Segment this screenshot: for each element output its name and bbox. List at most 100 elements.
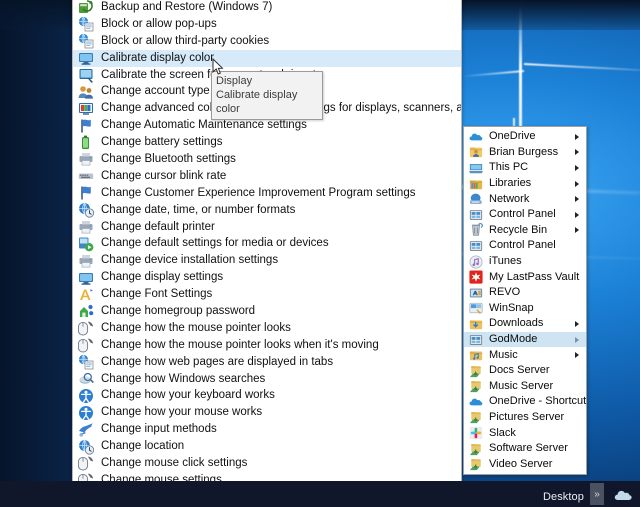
context-menu-item[interactable]: Control Panel (464, 238, 586, 254)
context-menu-item[interactable]: My LastPass Vault (464, 269, 586, 285)
indexing-options-icon (78, 371, 94, 387)
list-item[interactable]: Change input methods (73, 421, 461, 438)
devices-printers-icon (78, 253, 94, 269)
desktop-context-menu[interactable]: OneDrive Brian Burgess This PC Libraries Net… (463, 126, 587, 476)
network-shortcut-icon (469, 364, 483, 378)
context-menu-item-label: OneDrive (489, 130, 536, 143)
list-item[interactable]: Block or allow third-party cookies (73, 33, 461, 50)
list-item-label: Change default printer (101, 220, 215, 233)
context-menu-item[interactable]: Music (464, 347, 586, 363)
downloads-folder-icon (469, 317, 483, 331)
context-menu-item[interactable]: Downloads (464, 316, 586, 332)
lastpass-icon (469, 270, 483, 284)
list-item[interactable]: Change how your keyboard works (73, 387, 461, 404)
context-menu-item-label: Brian Burgess (489, 145, 559, 158)
list-item-label: Change device installation settings (101, 254, 279, 267)
list-item[interactable]: Change Bluetooth settings (73, 151, 461, 168)
context-menu-item[interactable]: Pictures Server (464, 410, 586, 426)
context-menu-item[interactable]: REVO (464, 285, 586, 301)
context-menu-item[interactable]: OneDrive (464, 129, 586, 145)
context-menu-item[interactable]: Slack (464, 425, 586, 441)
list-item-label: Change battery settings (101, 136, 223, 149)
list-item-label: Backup and Restore (Windows 7) (101, 0, 273, 13)
list-item[interactable]: Change device installation settings (73, 252, 461, 269)
context-menu-item[interactable]: Control Panel (464, 207, 586, 223)
double-chevron-right-icon[interactable]: » (590, 483, 604, 505)
list-item[interactable]: Change how the mouse pointer looks when … (73, 337, 461, 354)
context-menu-item[interactable]: WinSnap (464, 301, 586, 317)
list-item-label: Change how your keyboard works (101, 389, 275, 402)
context-menu-item-label: This PC (489, 161, 529, 174)
list-item[interactable]: Change cursor blink rate (73, 168, 461, 185)
context-menu-item[interactable]: Software Server (464, 441, 586, 457)
submenu-arrow-icon (575, 352, 579, 359)
tooltip-description: Calibrate display color (216, 89, 298, 115)
list-item[interactable]: Change mouse click settings (73, 455, 461, 472)
list-item[interactable]: Block or allow pop-ups (73, 16, 461, 33)
list-item[interactable]: Change how your mouse works (73, 404, 461, 421)
taskbar[interactable]: Desktop » (0, 481, 640, 507)
region-globe-icon (78, 202, 94, 218)
onedrive-cloud-icon (469, 395, 483, 409)
list-item[interactable]: Change default settings for media or dev… (73, 235, 461, 252)
context-menu-item[interactable]: Recycle Bin (464, 223, 586, 239)
list-item-label: Change default settings for media or dev… (101, 237, 329, 250)
context-menu-item[interactable]: Docs Server (464, 363, 586, 379)
libraries-icon (469, 177, 483, 191)
list-item[interactable]: Change how web pages are displayed in ta… (73, 354, 461, 371)
music-folder-icon (469, 348, 483, 362)
taskbar-desktop-label[interactable]: Desktop (543, 491, 584, 503)
network-shortcut-icon (469, 410, 483, 424)
submenu-arrow-icon (575, 227, 579, 234)
list-item-label: Change how web pages are displayed in ta… (101, 355, 334, 368)
context-menu-item-label: Downloads (489, 317, 544, 330)
context-menu-item[interactable]: Libraries (464, 176, 586, 192)
context-menu-item[interactable]: Brian Burgess (464, 145, 586, 161)
backup-restore-icon (78, 0, 94, 15)
list-item-label: Change mouse click settings (101, 456, 248, 469)
list-item[interactable]: Change default printer (73, 219, 461, 236)
submenu-arrow-icon (575, 180, 579, 187)
list-item[interactable]: Backup and Restore (Windows 7) (73, 0, 461, 16)
power-options-icon (78, 135, 94, 151)
list-item[interactable]: Calibrate display color (73, 49, 461, 67)
submenu-arrow-icon (575, 133, 579, 140)
list-item-label: Change Customer Experience Improvement P… (101, 186, 416, 199)
onedrive-cloud-icon[interactable] (614, 488, 632, 502)
list-item[interactable]: Change Font Settings (73, 286, 461, 303)
context-menu-item[interactable]: iTunes (464, 254, 586, 270)
list-item[interactable]: Change homegroup password (73, 303, 461, 320)
context-menu-item[interactable]: This PC (464, 160, 586, 176)
list-item[interactable]: Change Customer Experience Improvement P… (73, 185, 461, 202)
list-item-label: Change cursor blink rate (101, 169, 227, 182)
list-item[interactable]: Change location (73, 438, 461, 455)
mouse-icon (78, 455, 94, 471)
list-item-label: Change how your mouse works (101, 406, 263, 419)
fonts-icon (78, 287, 94, 303)
list-item-label: Change how the mouse pointer looks (101, 321, 291, 334)
context-menu-item-label: Control Panel (489, 208, 556, 221)
list-item[interactable]: Change display settings (73, 269, 461, 286)
display-monitor-icon (78, 270, 94, 286)
list-item[interactable]: Change date, time, or number formats (73, 202, 461, 219)
submenu-arrow-icon (575, 336, 579, 343)
list-item-label: Calibrate display color (101, 51, 215, 64)
slack-icon (469, 426, 483, 440)
list-item[interactable]: Change how the mouse pointer looks (73, 320, 461, 337)
list-item[interactable]: Change how Windows searches (73, 371, 461, 388)
mouse-icon (78, 320, 94, 336)
context-menu-item[interactable]: GodMode (464, 331, 586, 348)
context-menu-item[interactable]: Video Server (464, 456, 586, 472)
ease-of-access-icon (78, 388, 94, 404)
list-item[interactable]: Change battery settings (73, 134, 461, 151)
context-menu-item-label: Music (489, 348, 518, 361)
context-menu-item[interactable]: Music Server (464, 379, 586, 395)
context-menu-item-label: My LastPass Vault (489, 270, 580, 283)
context-menu-item[interactable]: OneDrive - Shortcut (464, 394, 586, 410)
context-menu-item[interactable]: Network (464, 191, 586, 207)
submenu-arrow-icon (575, 164, 579, 171)
context-menu-item-label: Network (489, 192, 530, 205)
internet-options-icon (78, 33, 94, 49)
list-item-label: Change display settings (101, 271, 224, 284)
list-item-label: Change date, time, or number formats (101, 203, 296, 216)
